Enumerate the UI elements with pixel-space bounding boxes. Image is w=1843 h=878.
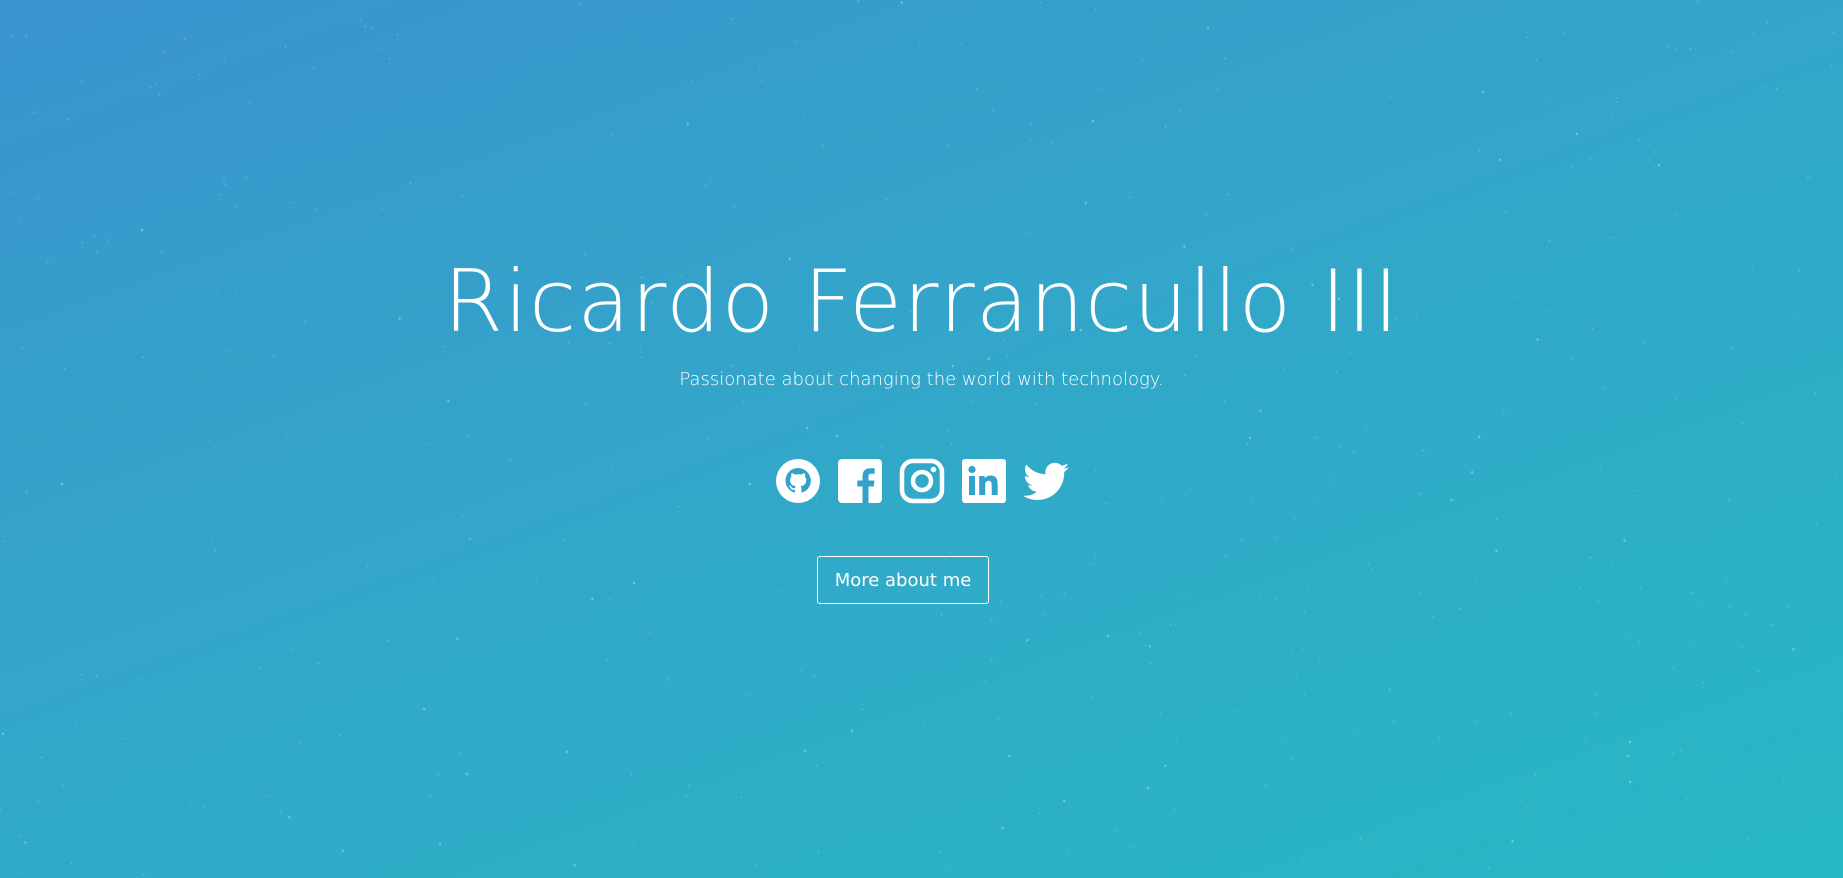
hero-section: Ricardo Ferrancullo III Passionate about… [0, 0, 1843, 878]
twitter-icon [1022, 462, 1069, 500]
linkedin-link[interactable] [960, 457, 1008, 505]
instagram-link[interactable] [898, 457, 946, 505]
github-icon [775, 459, 820, 503]
twitter-link[interactable] [1022, 457, 1070, 505]
page-title: Ricardo Ferrancullo III [443, 252, 1400, 352]
github-link[interactable] [774, 457, 822, 505]
facebook-icon [837, 459, 882, 503]
linkedin-icon [961, 459, 1006, 503]
social-links [0, 457, 1843, 505]
tagline: Passionate about changing the world with… [679, 369, 1164, 390]
facebook-link[interactable] [836, 457, 884, 505]
instagram-icon [899, 458, 944, 504]
more-about-me-button[interactable]: More about me [817, 556, 989, 604]
